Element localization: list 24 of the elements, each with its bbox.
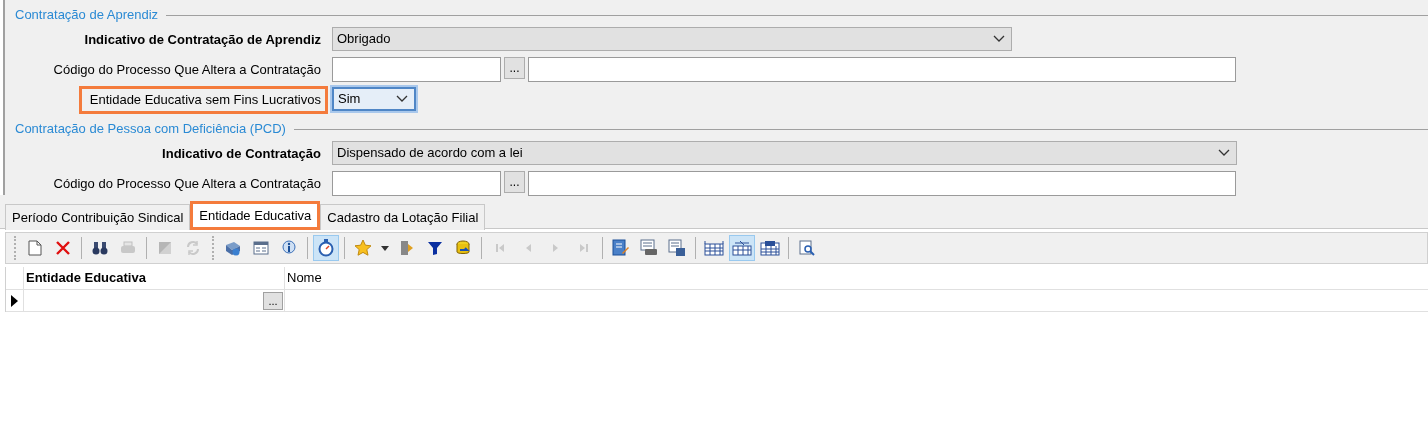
browse-button[interactable]: ... <box>263 292 283 310</box>
dropdown[interactable]: Dispensado de acordo com a lei <box>332 141 1237 165</box>
browse-button[interactable]: ... <box>504 57 525 79</box>
dropdown[interactable]: Sim <box>332 87 416 111</box>
input-field[interactable] <box>332 57 501 82</box>
dropdown[interactable]: Obrigado <box>332 27 1012 51</box>
table-icon[interactable] <box>729 235 755 261</box>
browse-button[interactable]: ... <box>504 171 525 193</box>
tab[interactable]: Período Contribuição Sindical <box>5 204 191 230</box>
section-title: Contratação de Aprendiz <box>15 6 160 25</box>
field-label: Código do Processo Que Altera a Contratação <box>52 61 322 79</box>
stopwatch-icon[interactable] <box>313 235 339 261</box>
input-field[interactable] <box>528 57 1236 82</box>
input-field[interactable] <box>332 171 501 196</box>
tab[interactable]: Entidade Educativa <box>190 201 321 230</box>
input-field[interactable] <box>528 171 1236 196</box>
field-label: Entidade Educativa sem Fins Lucrativos <box>78 86 328 114</box>
section-title: Contratação de Pessoa com Deficiência (PCD) <box>15 120 287 139</box>
field-label: Código do Processo Que Altera a Contratação <box>52 175 322 193</box>
field-label: Indicativo de Contratação <box>161 145 322 163</box>
tab[interactable]: Cadastro da Lotação Filial <box>320 204 486 230</box>
field-label: Indicativo de Contratação de Aprendiz <box>83 31 322 49</box>
column-header: Entidade Educativa <box>24 267 285 289</box>
column-header: Nome <box>286 269 323 287</box>
